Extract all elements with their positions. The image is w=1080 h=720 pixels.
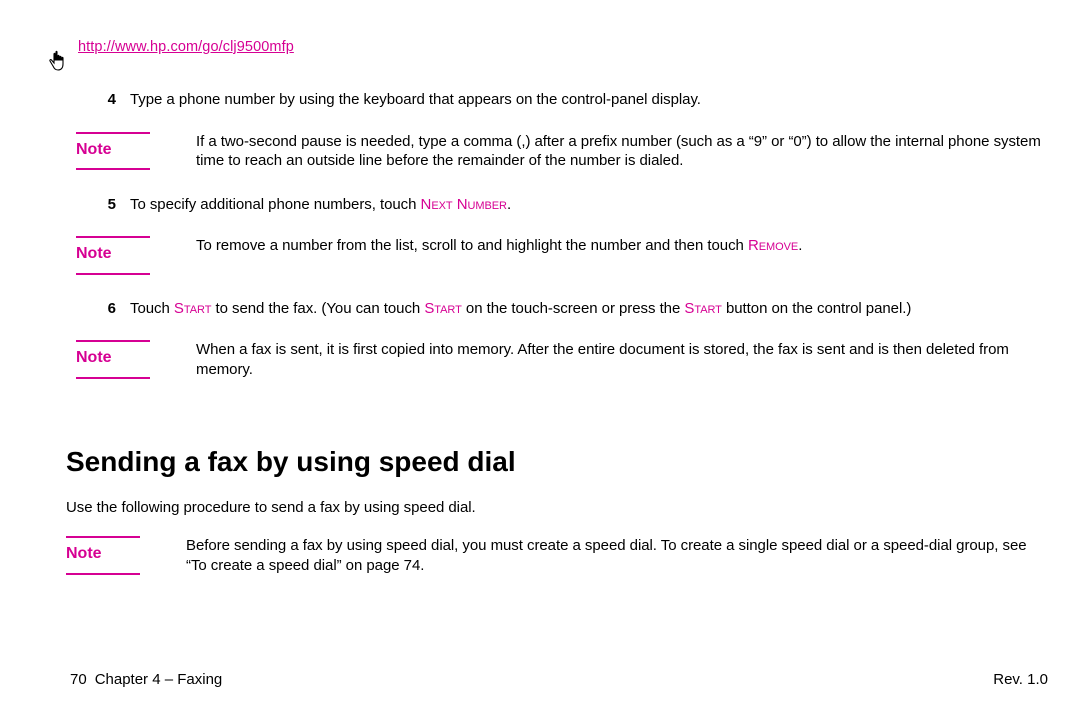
step-number: 5 xyxy=(76,195,130,215)
note-label: Note xyxy=(66,536,140,575)
chapter-title: Chapter 4 – Faxing xyxy=(95,671,223,688)
step-text: To specify additional phone numbers, tou… xyxy=(130,195,1044,215)
ui-label-start: Start xyxy=(684,300,721,317)
note-text: To remove a number from the list, scroll… xyxy=(196,236,1044,275)
section-intro: Use the following procedure to send a fa… xyxy=(66,498,476,518)
note-label: Note xyxy=(76,340,150,379)
manual-page: http://www.hp.com/go/clj9500mfp 4 Type a… xyxy=(0,0,1080,720)
section-heading: Sending a fax by using speed dial xyxy=(66,444,516,480)
step-6: 6 Touch Start to send the fax. (You can … xyxy=(76,299,1044,319)
page-number: 70 xyxy=(70,671,87,688)
step-5: 5 To specify additional phone numbers, t… xyxy=(76,195,1044,215)
note-label: Note xyxy=(76,236,150,275)
ui-label-start: Start xyxy=(424,300,461,317)
note-text: Before sending a fax by using speed dial… xyxy=(186,536,1044,575)
step-number: 6 xyxy=(76,299,130,319)
step-4: 4 Type a phone number by using the keybo… xyxy=(76,90,1044,110)
note-2: Note To remove a number from the list, s… xyxy=(76,236,1044,275)
ui-label-next-number: Next Number xyxy=(421,196,507,213)
step-text: Type a phone number by using the keyboar… xyxy=(130,90,1044,110)
hand-pointer-icon xyxy=(47,50,69,82)
footer-left: 70 Chapter 4 – Faxing xyxy=(70,670,222,690)
ui-label-remove: Remove xyxy=(748,237,798,254)
step-number: 4 xyxy=(76,90,130,110)
ui-label-start: Start xyxy=(174,300,211,317)
step-text: Touch Start to send the fax. (You can to… xyxy=(130,299,1044,319)
product-url-link[interactable]: http://www.hp.com/go/clj9500mfp xyxy=(78,38,294,57)
note-3: Note When a fax is sent, it is first cop… xyxy=(76,340,1044,379)
note-4: Note Before sending a fax by using speed… xyxy=(66,536,1044,575)
note-1: Note If a two-second pause is needed, ty… xyxy=(76,132,1044,171)
footer-right: Rev. 1.0 xyxy=(993,670,1048,690)
note-text: When a fax is sent, it is first copied i… xyxy=(196,340,1044,379)
note-label: Note xyxy=(76,132,150,171)
procedure-body: 4 Type a phone number by using the keybo… xyxy=(76,90,1044,379)
note-text: If a two-second pause is needed, type a … xyxy=(196,132,1044,171)
